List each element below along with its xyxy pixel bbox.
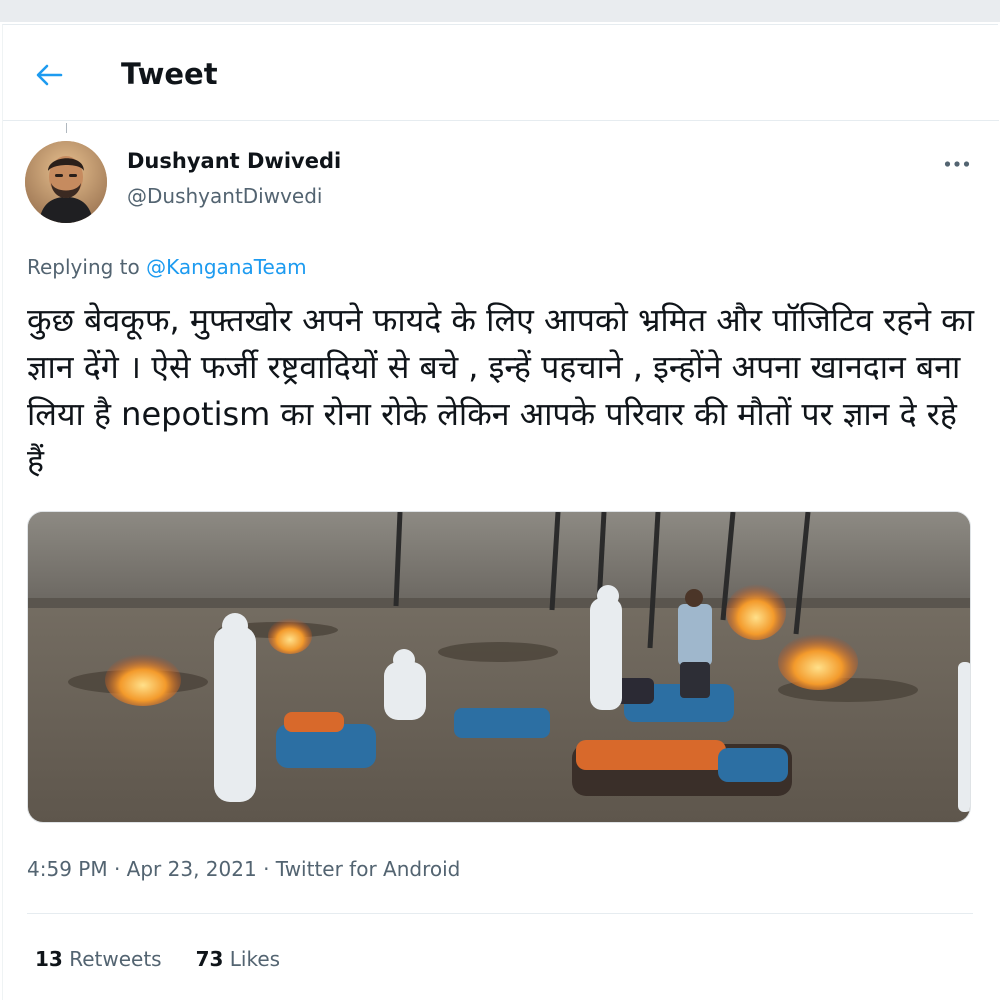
tweet-time[interactable]: 4:59 PM [27,857,108,881]
page-header: Tweet [3,25,999,121]
divider [27,913,973,914]
page-title: Tweet [121,57,218,91]
likes-count: 73 [195,947,224,971]
avatar-photo [25,141,107,223]
retweets-link[interactable]: 13 Retweets [35,947,162,971]
thread-connector [66,123,67,133]
retweets-label: Retweets [69,947,162,971]
avatar[interactable] [25,141,107,223]
replying-to-prefix: Replying to [27,255,140,279]
tweet-text: कुछ बेवकूफ, मुफ्तखोर अपने फायदे के लिए आ… [27,301,975,480]
back-button[interactable] [31,59,67,91]
author-handle[interactable]: @DushyantDiwvedi [127,184,323,208]
retweets-count: 13 [35,947,63,971]
reply-mention-link[interactable]: @KanganaTeam [146,255,306,279]
meta-separator: · [263,857,276,881]
browser-top-strip [0,0,1000,22]
tweet-date[interactable]: Apr 23, 2021 [127,857,257,881]
tweet-page: Tweet Dushyant Dwivedi @DushyantDiwvedi [2,24,999,1000]
tweet-media-photo[interactable] [27,511,971,823]
author-name[interactable]: Dushyant Dwivedi [127,149,341,173]
replying-to: Replying to @KanganaTeam [27,255,307,279]
tweet-meta: 4:59 PM · Apr 23, 2021 · Twitter for And… [27,857,460,881]
cremation-ground-photo [28,512,970,822]
more-options-button[interactable] [939,151,975,177]
more-horizontal-icon [944,161,970,167]
meta-separator: · [113,857,127,881]
engagement-stats: 13 Retweets 73 Likes [35,947,280,971]
tweet-source[interactable]: Twitter for Android [276,857,461,881]
likes-label: Likes [229,947,281,971]
likes-link[interactable]: 73 Likes [196,947,281,971]
arrow-left-icon [36,64,63,86]
